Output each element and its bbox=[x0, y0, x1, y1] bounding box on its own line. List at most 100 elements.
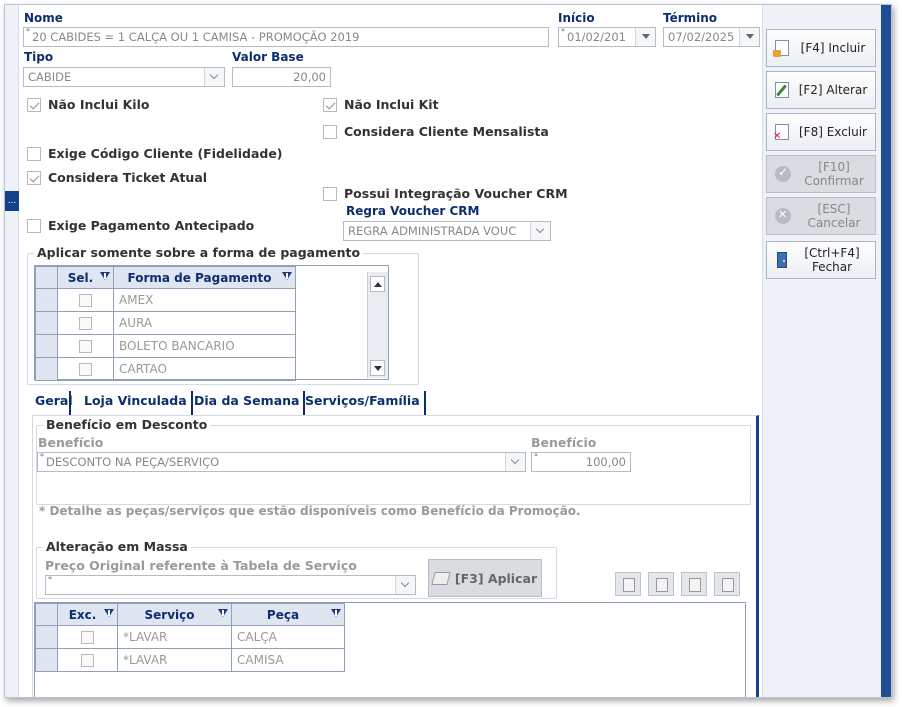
inicio-date-field[interactable]: * 01/02/201 bbox=[558, 27, 656, 47]
tab-dia-da-semana[interactable]: Dia da Semana bbox=[190, 391, 306, 415]
checkbox-box[interactable] bbox=[323, 186, 337, 201]
termino-label: Término bbox=[663, 11, 718, 25]
table-row[interactable]: AMEX bbox=[35, 288, 296, 312]
chevron-down-icon[interactable] bbox=[505, 453, 525, 471]
table-row[interactable]: AURA bbox=[35, 311, 296, 335]
beneficio-select[interactable]: * DESCONTO NA PEÇA/SERVIÇO bbox=[37, 452, 526, 472]
excluir-button[interactable]: [F8] Excluir bbox=[766, 113, 876, 151]
checkbox-box[interactable] bbox=[27, 218, 41, 233]
grid-check-icon[interactable] bbox=[681, 572, 707, 596]
new-document-icon bbox=[773, 40, 789, 57]
grid-add-icon[interactable] bbox=[615, 572, 641, 596]
beneficio-valor-field[interactable]: * 100,00 bbox=[531, 452, 631, 472]
window: ... Nome * 20 CABIDES = 1 CALÇA OU 1 CAM… bbox=[4, 4, 892, 698]
nome-field[interactable]: * 20 CABIDES = 1 CALÇA OU 1 CAMISA - PRO… bbox=[23, 27, 549, 47]
peca-cell: CALÇA bbox=[231, 625, 345, 649]
checkbox-box[interactable] bbox=[27, 97, 41, 112]
column-header-exc[interactable]: Exc. bbox=[57, 603, 118, 626]
filter-icon[interactable] bbox=[104, 609, 114, 617]
alterar-button[interactable]: [F2] Alterar bbox=[766, 71, 876, 109]
forma-pagamento-cell: BOLETO BANCARIO bbox=[113, 334, 296, 358]
chevron-down-icon[interactable] bbox=[395, 576, 415, 594]
row-checkbox[interactable] bbox=[79, 363, 92, 376]
checkbox-box[interactable] bbox=[27, 146, 41, 161]
column-header-forma-pagamento[interactable]: Forma de Pagamento bbox=[113, 266, 296, 289]
servico-cell: *LAVAR bbox=[117, 648, 232, 672]
considera-cliente-mensalista-checkbox[interactable]: Considera Cliente Mensalista bbox=[323, 124, 549, 139]
exige-pagamento-antecipado-checkbox[interactable]: Exige Pagamento Antecipado bbox=[27, 218, 254, 233]
nome-value: 20 CABIDES = 1 CALÇA OU 1 CAMISA - PROMO… bbox=[32, 30, 360, 44]
pagamento-group-title: Aplicar somente sobre a forma de pagamen… bbox=[34, 245, 364, 260]
filter-icon[interactable] bbox=[218, 609, 228, 617]
nao-inclui-kilo-checkbox[interactable]: Não Inclui Kilo bbox=[27, 97, 149, 112]
valor-base-label: Valor Base bbox=[232, 50, 304, 64]
servico-cell: *LAVAR bbox=[117, 625, 232, 649]
beneficio-group-title: Benefício em Desconto bbox=[43, 417, 211, 432]
pagamento-grid: Sel. Forma de Pagamento AMEX AURA BOLETO… bbox=[34, 265, 389, 381]
row-checkbox[interactable] bbox=[81, 654, 94, 667]
aplicar-button[interactable]: [F3] Aplicar bbox=[428, 559, 542, 597]
forma-pagamento-cell: CARTAO bbox=[113, 357, 296, 381]
row-checkbox[interactable] bbox=[79, 294, 92, 307]
left-marker[interactable]: ... bbox=[5, 191, 19, 211]
beneficio-valor-label: Benefício bbox=[531, 435, 597, 450]
tab-servicos-familia[interactable]: Serviços/Família bbox=[301, 391, 426, 415]
fechar-button[interactable]: [Ctrl+F4] Fechar bbox=[766, 241, 876, 279]
nao-inclui-kit-checkbox[interactable]: Não Inclui Kit bbox=[323, 97, 439, 112]
edit-icon bbox=[775, 82, 789, 98]
filter-icon[interactable] bbox=[100, 272, 110, 280]
row-indicator-header bbox=[35, 603, 58, 626]
cancel-icon bbox=[775, 208, 791, 224]
exige-codigo-cliente-checkbox[interactable]: Exige Código Cliente (Fidelidade) bbox=[27, 146, 283, 161]
peca-cell: CAMISA bbox=[231, 648, 345, 672]
chevron-down-icon[interactable] bbox=[204, 68, 224, 86]
column-header-sel[interactable]: Sel. bbox=[57, 266, 114, 289]
chevron-down-icon[interactable] bbox=[739, 28, 759, 46]
forma-pagamento-cell: AURA bbox=[113, 311, 296, 335]
nome-label: Nome bbox=[24, 11, 63, 25]
pagamento-scrollbar[interactable] bbox=[367, 272, 388, 378]
preco-original-label: Preço Original referente à Tabela de Ser… bbox=[45, 558, 357, 573]
tab-loja-vinculada[interactable]: Loja Vinculada bbox=[80, 391, 193, 415]
grid-table-icon[interactable] bbox=[648, 572, 674, 596]
column-header-servico[interactable]: Serviço bbox=[117, 603, 232, 626]
filter-icon[interactable] bbox=[331, 609, 341, 617]
considera-ticket-atual-checkbox[interactable]: Considera Ticket Atual bbox=[27, 170, 207, 185]
table-row[interactable]: *LAVAR CAMISA bbox=[35, 648, 345, 672]
servicos-grid: Exc. Serviço Peça *LAVAR CALÇA *LAVAR CA… bbox=[34, 602, 746, 697]
row-checkbox[interactable] bbox=[79, 317, 92, 330]
column-header-peca[interactable]: Peça bbox=[231, 603, 345, 626]
scroll-down-icon[interactable] bbox=[370, 360, 385, 376]
termino-date-field[interactable]: 07/02/2025 bbox=[663, 27, 760, 47]
possui-integracao-voucher-checkbox[interactable]: Possui Integração Voucher CRM bbox=[323, 186, 568, 201]
checkbox-box[interactable] bbox=[27, 170, 41, 185]
chevron-down-icon[interactable] bbox=[530, 222, 550, 240]
row-checkbox[interactable] bbox=[79, 340, 92, 353]
preco-original-select[interactable]: * bbox=[45, 575, 416, 595]
incluir-button[interactable]: [F4] Incluir bbox=[766, 29, 876, 67]
confirmar-button[interactable]: [F10] Confirmar bbox=[766, 155, 876, 193]
massa-group-title: Alteração em Massa bbox=[43, 539, 191, 554]
filter-icon[interactable] bbox=[282, 272, 292, 280]
valor-base-field[interactable]: 20,00 bbox=[232, 67, 331, 87]
inicio-label: Início bbox=[558, 11, 595, 25]
right-strip bbox=[881, 5, 891, 697]
checkbox-box[interactable] bbox=[323, 97, 337, 112]
delete-icon bbox=[773, 124, 789, 142]
scroll-up-icon[interactable] bbox=[370, 276, 385, 292]
table-row[interactable]: BOLETO BANCARIO bbox=[35, 334, 296, 358]
regra-voucher-select[interactable]: REGRA ADMINISTRADA VOUC bbox=[343, 221, 551, 241]
row-checkbox[interactable] bbox=[81, 631, 94, 644]
table-row[interactable]: *LAVAR CALÇA bbox=[35, 625, 345, 649]
beneficio-label: Benefício bbox=[38, 435, 104, 450]
beneficio-note: * Detalhe as peças/serviços que estão di… bbox=[39, 504, 581, 518]
grid-clear-icon[interactable] bbox=[714, 572, 740, 596]
row-indicator-header bbox=[35, 266, 58, 289]
chevron-down-icon[interactable] bbox=[635, 28, 655, 46]
apply-icon bbox=[431, 571, 451, 585]
checkbox-box[interactable] bbox=[323, 124, 337, 139]
table-row[interactable]: CARTAO bbox=[35, 357, 296, 381]
confirm-icon bbox=[775, 165, 791, 182]
cancelar-button[interactable]: [ESC] Cancelar bbox=[766, 197, 876, 235]
tipo-select[interactable]: CABIDE bbox=[23, 67, 225, 87]
